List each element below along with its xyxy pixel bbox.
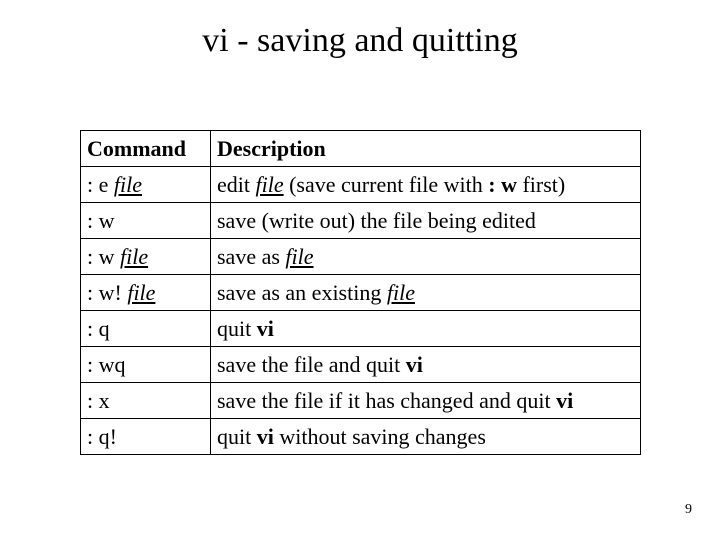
cmd-text: : q [87, 316, 110, 341]
desc-pre: save the file if it has changed and quit [217, 388, 556, 413]
cell-description: save as file [211, 239, 641, 275]
cell-command: : w [81, 203, 211, 239]
slide-title: vi - saving and quitting [0, 22, 720, 60]
cell-description: save as an existing file [211, 275, 641, 311]
cell-description: save the file and quit vi [211, 347, 641, 383]
desc-bold: vi [257, 424, 274, 449]
cmd-text: : w [87, 208, 115, 233]
cell-description: edit file (save current file with : w fi… [211, 167, 641, 203]
desc-bold: vi [257, 316, 274, 341]
cell-description: save the file if it has changed and quit… [211, 383, 641, 419]
desc-post: first) [517, 172, 565, 197]
desc-pre: save as an existing [217, 280, 387, 305]
table-row: : w! filesave as an existing file [81, 275, 641, 311]
desc-pre: quit [217, 316, 257, 341]
desc-bold: vi [406, 352, 423, 377]
cell-description: quit vi without saving changes [211, 419, 641, 455]
cell-command: : q [81, 311, 211, 347]
cell-command: : x [81, 383, 211, 419]
page-number: 9 [685, 502, 692, 518]
cell-command: : wq [81, 347, 211, 383]
desc-file: file [387, 280, 415, 305]
desc-post: without saving changes [274, 424, 486, 449]
table-body: : e fileedit file (save current file wit… [81, 167, 641, 455]
cell-description: quit vi [211, 311, 641, 347]
desc-file: file [285, 244, 313, 269]
cmd-file: file [127, 280, 155, 305]
cmd-text: : x [87, 388, 110, 413]
cell-command: : q! [81, 419, 211, 455]
desc-file: file [256, 172, 284, 197]
cell-command: : w file [81, 239, 211, 275]
table-row: : q! quit vi without saving changes [81, 419, 641, 455]
table-row: : wq save the file and quit vi [81, 347, 641, 383]
desc-pre: save as [217, 244, 285, 269]
table-row: : x save the file if it has changed and q… [81, 383, 641, 419]
desc-pre: quit [217, 424, 257, 449]
command-table: Command Description : e fileedit file (s… [80, 130, 641, 455]
table-header-row: Command Description [81, 131, 641, 167]
desc-bold: vi [556, 388, 573, 413]
table-row: : w filesave as file [81, 239, 641, 275]
slide: vi - saving and quitting Command Descrip… [0, 0, 720, 540]
desc-bold: : w [488, 172, 517, 197]
desc-pre: edit [217, 172, 256, 197]
table-row: : q quit vi [81, 311, 641, 347]
cell-command: : w! file [81, 275, 211, 311]
desc-mid: (save current file with [284, 172, 489, 197]
table-row: : w save (write out) the file being edite… [81, 203, 641, 239]
cmd-text: : w! [87, 280, 127, 305]
header-description: Description [211, 131, 641, 167]
command-table-wrap: Command Description : e fileedit file (s… [80, 130, 640, 455]
cmd-text: : q! [87, 424, 117, 449]
cell-command: : e file [81, 167, 211, 203]
cmd-text: : e [87, 172, 114, 197]
cmd-file: file [120, 244, 148, 269]
cmd-file: file [114, 172, 142, 197]
cmd-text: : wq [87, 352, 126, 377]
table-row: : e fileedit file (save current file wit… [81, 167, 641, 203]
cmd-text: : w [87, 244, 120, 269]
desc-pre: save the file and quit [217, 352, 406, 377]
desc-pre: save (write out) the file being edited [217, 208, 536, 233]
header-command: Command [81, 131, 211, 167]
cell-description: save (write out) the file being edited [211, 203, 641, 239]
